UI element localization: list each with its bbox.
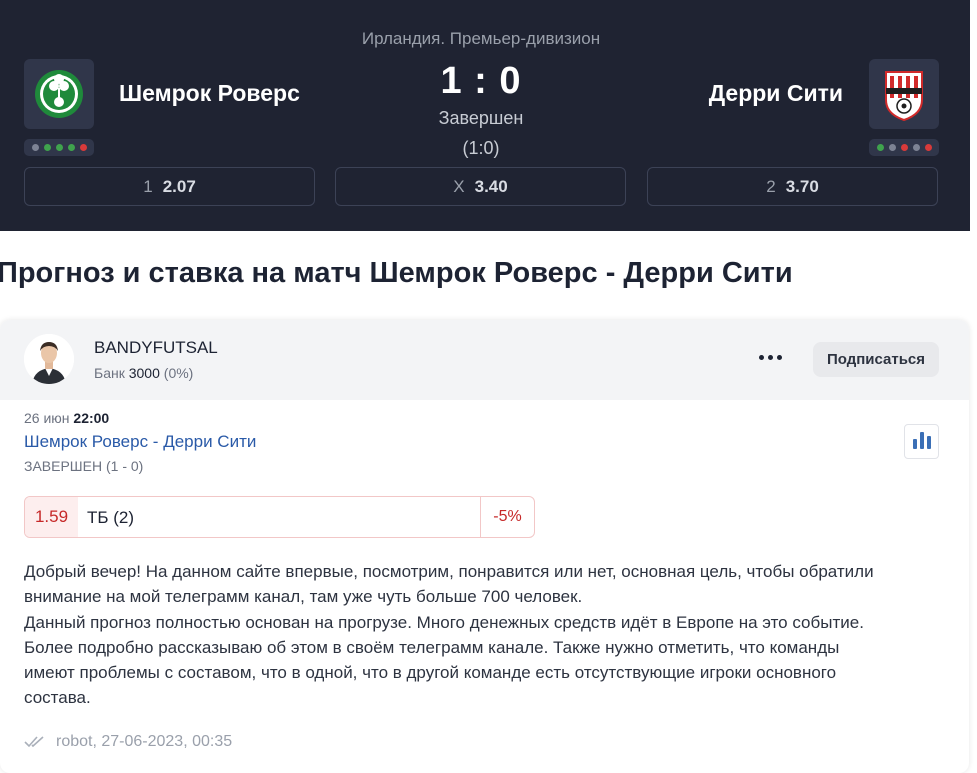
away-team-logo[interactable] (869, 59, 939, 129)
odd-label: 1 (143, 176, 153, 196)
derry-city-crest-icon (885, 71, 923, 122)
prediction-card: BANDYFUTSAL Банк 3000 (0%) Подписаться 2… (0, 320, 969, 773)
bar-chart-icon[interactable] (904, 424, 939, 459)
author-bank: Банк 3000 (0%) (94, 365, 193, 381)
odd-label: X (453, 176, 465, 196)
avatar[interactable] (24, 334, 74, 384)
form-dot (900, 144, 908, 151)
form-dot (876, 144, 884, 151)
bet-result: -5% (480, 497, 534, 537)
match-link[interactable]: Шемрок Роверс - Дерри Сити (24, 432, 256, 452)
page-title: Прогноз и ставка на матч Шемрок Роверс -… (0, 257, 793, 289)
bet-row: 1.59 ТБ (2) -5% (24, 496, 535, 538)
prediction-footer: robot, 27-06-2023, 00:35 (24, 733, 232, 751)
author-name[interactable]: BANDYFUTSAL (94, 338, 218, 358)
away-team-form (869, 139, 939, 156)
subscribe-button[interactable]: Подписаться (813, 342, 939, 377)
bet-type: ТБ (2) (87, 508, 135, 527)
halftime-score: (1:0) (462, 138, 500, 158)
text-line: имеют проблемы с составом, что в одной, … (24, 663, 837, 683)
text-line: внимание на мой телеграмм канал, там уже… (24, 587, 583, 607)
prediction-date: 26 июн 22:00 (24, 410, 109, 426)
odd-draw[interactable]: X 3.40 (335, 167, 626, 206)
user-avatar-icon (24, 334, 74, 384)
odd-home-win[interactable]: 1 2.07 (24, 167, 315, 206)
footer-text: robot, 27-06-2023, 00:35 (56, 733, 233, 750)
bank-value: 3000 (128, 365, 160, 381)
odd-label: 2 (766, 176, 776, 196)
prediction-card-header: BANDYFUTSAL Банк 3000 (0%) Подписаться (0, 320, 969, 400)
match-result-status: ЗАВЕРШЕН (1 - 0) (24, 458, 144, 474)
match-header: Ирландия. Премьер-дивизион Шемрок Роверс… (0, 0, 970, 231)
text-line: Добрый вечер! На данном сайте впервые, п… (24, 562, 874, 581)
text-line: Данный прогноз полностью основан на прог… (24, 612, 864, 632)
odd-value: 3.70 (785, 176, 819, 196)
odd-value: 3.40 (474, 176, 508, 196)
league-name: Ирландия. Премьер-дивизион (361, 29, 601, 48)
form-dot (888, 144, 896, 151)
odd-value: 2.07 (162, 176, 196, 196)
away-team-name[interactable]: Дерри Сити (709, 80, 843, 107)
bank-percent: (0%) (163, 365, 194, 381)
double-check-icon (24, 736, 44, 748)
more-options-icon[interactable] (756, 346, 784, 368)
date-day: 26 июн (24, 410, 70, 426)
prediction-text: Добрый вечер! На данном сайте впервые, п… (24, 559, 944, 711)
text-line: Более подробно рассказываю об этом в сво… (24, 637, 840, 657)
match-status: Завершен (438, 108, 524, 128)
bet-coefficient: 1.59 (25, 497, 78, 537)
date-time: 22:00 (73, 410, 110, 426)
form-dot (912, 144, 920, 151)
text-line: состава. (24, 688, 91, 708)
bank-label: Банк (94, 365, 125, 381)
form-dot (924, 144, 932, 151)
odd-away-win[interactable]: 2 3.70 (647, 167, 938, 206)
